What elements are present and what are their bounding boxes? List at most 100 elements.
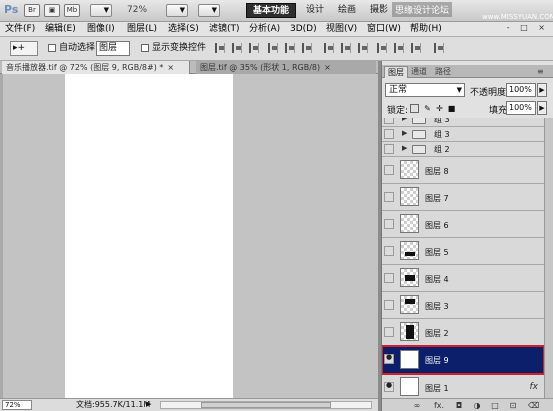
- align-vcenter-icon[interactable]: [232, 43, 242, 53]
- lock-all-icon[interactable]: ■: [447, 104, 456, 113]
- mini-bridge-icon[interactable]: Mb: [64, 4, 80, 17]
- menu-help[interactable]: 帮助(H): [410, 23, 442, 36]
- group-icon[interactable]: □: [490, 401, 500, 410]
- expand-arrow-icon[interactable]: ▶: [402, 129, 407, 137]
- trash-icon[interactable]: ⌫: [528, 401, 539, 410]
- menu-3d[interactable]: 3D(D): [290, 23, 317, 36]
- auto-align-icon[interactable]: [434, 43, 444, 53]
- visibility-toggle[interactable]: [384, 118, 394, 124]
- horizontal-scrollbar[interactable]: [160, 401, 372, 409]
- align-left-icon[interactable]: [268, 43, 278, 53]
- visibility-toggle[interactable]: [384, 165, 394, 175]
- visibility-toggle[interactable]: [384, 327, 394, 337]
- screen-mode-dropdown[interactable]: ▼: [198, 4, 220, 17]
- workspace-photography-button[interactable]: 摄影: [364, 3, 394, 18]
- workspace-basic-button[interactable]: 基本功能: [246, 3, 297, 18]
- layer-effects-icon[interactable]: fx: [530, 382, 539, 392]
- visibility-toggle[interactable]: [384, 353, 394, 364]
- distribute-hcenter-icon[interactable]: [394, 43, 404, 53]
- menu-analysis[interactable]: 分析(A): [249, 23, 280, 36]
- zoom-field[interactable]: 72%: [2, 400, 32, 410]
- layer-row[interactable]: 图层 6: [382, 211, 544, 238]
- opacity-field[interactable]: 100%: [506, 83, 536, 97]
- view-extras-dropdown[interactable]: ▼: [90, 4, 112, 17]
- distribute-left-icon[interactable]: [377, 43, 387, 53]
- menu-window[interactable]: 窗口(W): [367, 23, 401, 36]
- fill-slider-button[interactable]: ▶: [537, 101, 547, 115]
- tab-channels[interactable]: 通道: [408, 66, 430, 78]
- menu-edit[interactable]: 编辑(E): [45, 23, 76, 36]
- lock-transparent-icon[interactable]: [410, 104, 419, 113]
- layer-row[interactable]: 图层 3: [382, 292, 544, 319]
- visibility-toggle[interactable]: [384, 273, 394, 283]
- layer-row-selected[interactable]: 图层 9: [382, 345, 544, 375]
- visibility-toggle[interactable]: [384, 246, 394, 256]
- arrange-documents-dropdown[interactable]: ▼: [166, 4, 188, 17]
- workspace-painting-button[interactable]: 绘画: [332, 3, 362, 18]
- align-bottom-icon[interactable]: [249, 43, 259, 53]
- opacity-slider-button[interactable]: ▶: [537, 83, 547, 97]
- document-tab-inactive[interactable]: 图层.tif @ 35% (形状 1, RGB/8) ×: [196, 61, 376, 74]
- close-icon[interactable]: ×: [324, 63, 331, 72]
- auto-select-dropdown[interactable]: 图层: [96, 41, 130, 56]
- layer-group-row[interactable]: ▶ 组 2: [382, 142, 544, 157]
- fill-field[interactable]: 100%: [506, 101, 536, 115]
- close-icon[interactable]: ×: [167, 63, 174, 72]
- tool-preset-picker[interactable]: ▸+: [10, 41, 38, 56]
- document-canvas[interactable]: [65, 74, 233, 398]
- menu-filter[interactable]: 滤镜(T): [209, 23, 240, 36]
- new-layer-icon[interactable]: ⊡: [508, 401, 518, 410]
- canvas-area[interactable]: [0, 74, 378, 398]
- layer-group-row[interactable]: ▶ 组 3: [382, 118, 544, 127]
- visibility-toggle[interactable]: [384, 192, 394, 202]
- layer-group-row[interactable]: ▶ 组 3: [382, 127, 544, 142]
- menu-view[interactable]: 视图(V): [326, 23, 357, 36]
- menu-layer[interactable]: 图层(L): [127, 23, 157, 36]
- blend-mode-dropdown[interactable]: 正常: [385, 83, 465, 97]
- distribute-bottom-icon[interactable]: [358, 43, 368, 53]
- visibility-toggle[interactable]: [384, 129, 394, 139]
- layer-row[interactable]: 图层 1 fx: [382, 374, 544, 398]
- mask-icon[interactable]: ◘: [454, 401, 464, 410]
- workspace-design-button[interactable]: 设计: [300, 3, 330, 18]
- zoom-level[interactable]: 72%: [127, 5, 147, 15]
- expand-arrow-icon[interactable]: ▶: [402, 118, 407, 122]
- adjustment-icon[interactable]: ◑: [472, 401, 482, 410]
- status-menu-arrow-icon[interactable]: ▶: [146, 400, 151, 408]
- layers-vertical-scrollbar[interactable]: [544, 118, 553, 398]
- layer-row[interactable]: 图层 7: [382, 184, 544, 211]
- layer-name: 图层 5: [425, 248, 449, 257]
- menu-image[interactable]: 图像(I): [87, 23, 115, 36]
- lock-position-icon[interactable]: ✛: [435, 104, 444, 113]
- show-transform-checkbox[interactable]: [141, 44, 149, 52]
- link-icon[interactable]: ∞: [412, 401, 422, 410]
- tab-layers[interactable]: 图层: [384, 66, 408, 78]
- camera-raw-icon[interactable]: ▣: [44, 4, 60, 17]
- distribute-vcenter-icon[interactable]: [341, 43, 351, 53]
- bridge-icon[interactable]: Br: [24, 4, 40, 17]
- distribute-right-icon[interactable]: [411, 43, 421, 53]
- align-top-icon[interactable]: [215, 43, 225, 53]
- document-tab-active[interactable]: 音乐播放器.tif @ 72% (图层 9, RGB/8#) * ×: [2, 61, 190, 74]
- expand-arrow-icon[interactable]: ▶: [402, 144, 407, 152]
- menu-file[interactable]: 文件(F): [5, 23, 35, 36]
- menu-select[interactable]: 选择(S): [168, 23, 199, 36]
- visibility-toggle[interactable]: [384, 144, 394, 154]
- layer-row[interactable]: 图层 8: [382, 157, 544, 184]
- layer-row[interactable]: 图层 4: [382, 265, 544, 292]
- tab-paths[interactable]: 路径: [432, 66, 454, 78]
- auto-select-checkbox[interactable]: [48, 44, 56, 52]
- panel-menu-icon[interactable]: ≡: [534, 66, 547, 78]
- window-controls[interactable]: - □ ×: [507, 23, 549, 32]
- distribute-top-icon[interactable]: [324, 43, 334, 53]
- fx-icon[interactable]: fx.: [432, 401, 446, 410]
- visibility-toggle[interactable]: [384, 219, 394, 229]
- layer-row[interactable]: 图层 5: [382, 238, 544, 265]
- visibility-toggle[interactable]: [384, 381, 394, 392]
- scrollbar-thumb[interactable]: [201, 402, 331, 408]
- visibility-toggle[interactable]: [384, 300, 394, 310]
- align-right-icon[interactable]: [302, 43, 312, 53]
- align-hcenter-icon[interactable]: [285, 43, 295, 53]
- layer-row[interactable]: 图层 2: [382, 319, 544, 346]
- lock-pixels-icon[interactable]: ✎: [423, 104, 432, 113]
